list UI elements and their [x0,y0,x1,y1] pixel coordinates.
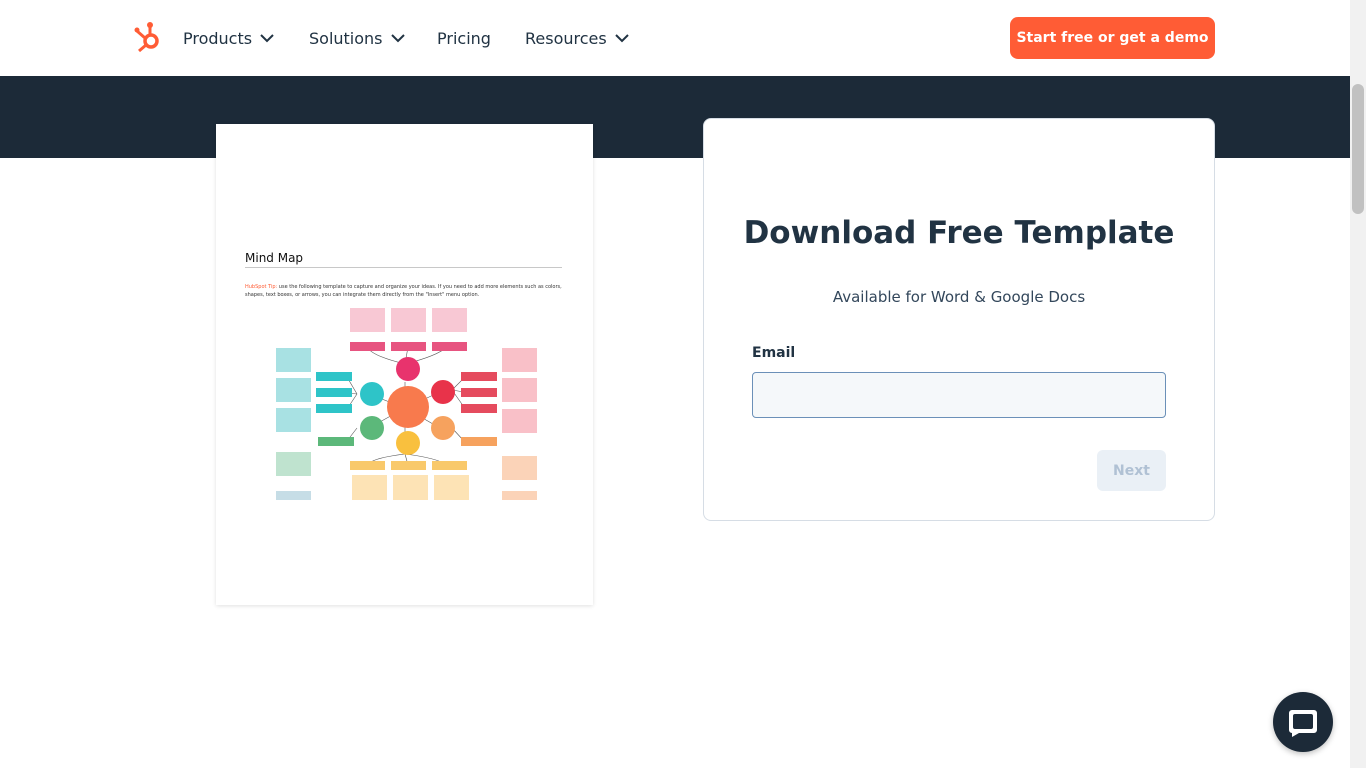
chat-launcher-button[interactable] [1273,692,1333,752]
download-form-card: Download Free Template Available for Wor… [703,118,1215,521]
next-button[interactable]: Next [1097,450,1166,491]
nav-solutions-label: Solutions [309,28,383,48]
preview-tip: HubSpot Tip: use the following template … [245,283,562,299]
mind-map-illustration [276,308,537,500]
form-heading: Download Free Template [743,215,1175,251]
start-free-demo-button[interactable]: Start free or get a demo [1010,17,1215,59]
nav-solutions[interactable]: Solutions [309,26,405,50]
preview-tip-label: HubSpot Tip: [245,284,278,290]
form-subheading: Available for Word & Google Docs [832,288,1086,306]
chevron-down-icon [615,33,629,42]
top-navigation: Products Solutions Pricing Resources Sta… [0,0,1350,76]
preview-doc-title: Mind Map [245,251,304,265]
nav-pricing[interactable]: Pricing [437,26,491,50]
page-scrollbar[interactable] [1350,0,1366,768]
scrollbar-thumb[interactable] [1352,84,1364,214]
email-input[interactable] [752,372,1166,418]
chevron-down-icon [260,33,274,42]
nav-products[interactable]: Products [183,26,274,50]
nav-products-label: Products [183,28,253,48]
nav-resources[interactable]: Resources [525,26,629,50]
chat-bubble-icon [1289,710,1317,737]
email-label: Email [752,345,796,361]
nav-pricing-label: Pricing [437,28,491,48]
hubspot-sprocket-icon[interactable] [134,20,168,54]
chevron-down-icon [390,33,405,42]
nav-resources-label: Resources [525,28,607,48]
template-preview: Mind Map HubSpot Tip: use the following … [216,124,593,605]
preview-divider [245,267,562,268]
preview-tip-text: use the following template to capture an… [245,284,562,298]
